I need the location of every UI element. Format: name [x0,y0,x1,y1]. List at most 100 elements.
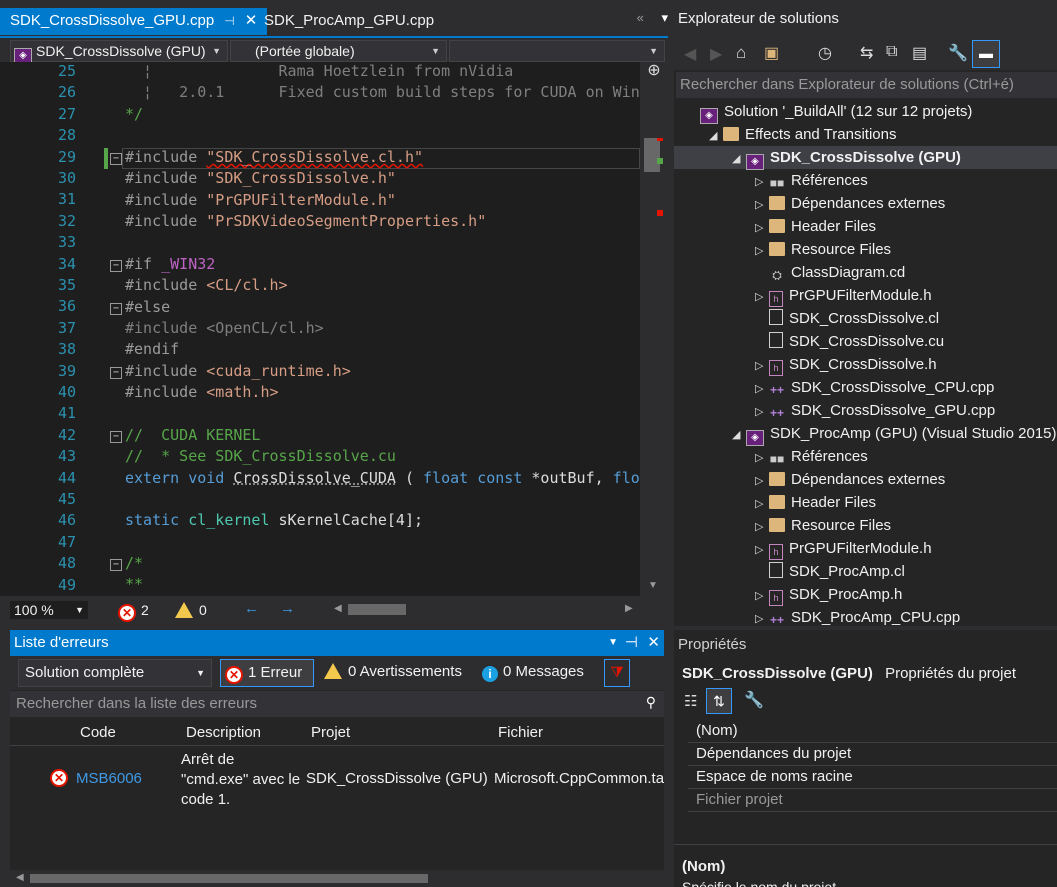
tree-item[interactable]: ▷ h SDK_ProcAmp.h [755,583,902,606]
preview-selected-icon[interactable]: ▬ [972,40,1000,68]
error-indicator[interactable]: ✕ 2 [118,601,149,622]
scroll-right-icon[interactable]: ▶ [625,603,633,614]
tab-sdk-crossdissolve-gpu[interactable]: SDK_CrossDissolve_GPU.cpp ⊣ ✕ [0,8,268,35]
messages-filter-button[interactable]: i 0 Messages [482,659,584,685]
property-row-project-file[interactable]: Fichier projet [688,788,1057,812]
tree-item[interactable]: ⛭ ClassDiagram.cd [755,261,905,284]
expand-toggle-icon[interactable]: ▷ [755,447,769,470]
window-position-icon[interactable]: ▼ [608,630,618,656]
column-header-file[interactable]: Fichier [498,724,543,741]
solution-search-input[interactable]: Rechercher dans Explorateur de solutions… [676,72,1057,98]
tree-item[interactable]: ◢ ◈ SDK_ProcAmp (GPU) (Visual Studio 2015) [732,422,1057,447]
error-search-input[interactable]: Rechercher dans la liste des erreurs [10,691,664,717]
tree-item[interactable]: ▷ ++ SDK_CrossDissolve_CPU.cpp [755,376,994,399]
fold-toggle[interactable]: − [110,559,122,571]
alphabetical-icon[interactable]: ⇅ [706,688,732,714]
scrollbar-thumb[interactable] [644,138,660,172]
column-header-project[interactable]: Projet [311,724,350,741]
tree-item[interactable]: ▷ Resource Files [755,238,891,261]
expand-toggle-icon[interactable]: ▷ [755,585,769,608]
property-row-dependencies[interactable]: Dépendances du projet [688,742,1057,766]
scroll-tabs-icon[interactable]: « [637,10,644,25]
expand-toggle-icon[interactable]: ▷ [755,539,769,562]
split-icon[interactable]: ⊕ [646,63,662,80]
tree-item[interactable]: SDK_CrossDissolve.cl [755,307,939,330]
tree-item[interactable]: ▷ ++ SDK_CrossDissolve_GPU.cpp [755,399,995,422]
tree-item[interactable]: ▷ ++ SDK_ProcAmp_CPU.cpp [755,606,960,626]
expand-toggle-icon[interactable]: ▷ [755,171,769,194]
expand-toggle-icon[interactable]: ▷ [755,516,769,539]
expand-toggle-icon[interactable]: ▷ [755,217,769,240]
build-intellisense-filter-button[interactable]: ⧩ [604,659,630,687]
property-row-root-namespace[interactable]: Espace de noms racine [688,765,1057,789]
categorized-icon[interactable]: ☷ [684,692,697,710]
properties-object-selector[interactable]: SDK_CrossDissolve (GPU) Propriétés du pr… [682,665,1016,682]
switch-views-icon[interactable]: ▣ [764,43,779,63]
expand-toggle-icon[interactable]: ▷ [755,401,769,424]
pending-changes-icon[interactable]: ◷ [818,43,832,63]
warning-indicator[interactable]: 0 [175,601,207,619]
navigate-forward-icon[interactable]: → [280,600,295,617]
tree-item[interactable]: SDK_CrossDissolve.cu [755,330,944,353]
scope-dropdown[interactable]: Solution complète ▼ [18,659,212,687]
zoom-combo[interactable]: 100 % ▼ [10,601,88,619]
fold-toggle[interactable]: − [110,260,122,272]
expand-toggle-icon[interactable]: ▷ [755,493,769,516]
editor-vertical-scrollbar[interactable]: ⊕ ▼ [640,62,668,596]
tab-dropdown-icon[interactable]: ▾ [661,10,668,25]
project-combo[interactable]: ◈ SDK_CrossDissolve (GPU) ▼ [10,40,228,64]
sync-icon[interactable]: ⇆ [860,43,873,63]
property-row-name[interactable]: (Nom) [688,719,1057,743]
expand-toggle-icon[interactable]: ◢ [732,424,746,447]
errors-filter-button[interactable]: ✕ 1 Erreur [220,659,314,687]
tree-item[interactable]: ▷ Dépendances externes [755,192,945,215]
scrollbar-thumb[interactable] [30,874,428,883]
tree-item[interactable]: ▷ Dépendances externes [755,468,945,491]
fold-toggle[interactable]: − [110,367,122,379]
expand-toggle-icon[interactable]: ▷ [755,286,769,309]
properties-wrench-icon[interactable]: 🔧 [948,43,968,63]
tree-item[interactable]: ▷ ■■ Références [755,445,868,468]
navigate-back-icon[interactable]: ← [244,600,259,617]
member-combo[interactable]: ▼ [449,40,665,62]
tree-item[interactable]: ▷ Resource Files [755,514,891,537]
error-code[interactable]: MSB6006 [76,770,142,787]
pin-icon[interactable]: ⊣ [224,14,234,28]
fold-toggle[interactable]: − [110,303,122,315]
tree-item[interactable]: ▷ h PrGPUFilterModule.h [755,284,932,307]
tree-item[interactable]: ▷ h SDK_CrossDissolve.h [755,353,937,376]
tree-item[interactable]: ▷ Header Files [755,491,876,514]
scroll-down-icon[interactable]: ▼ [648,580,658,591]
fold-toggle[interactable]: − [110,431,122,443]
tree-item[interactable]: ▷ ■■ Références [755,169,868,192]
code-editor[interactable]: 25 26 27 28 29 30 31 32 33 34 35 36 37 38 39 40 41 42 43 44… [0,62,640,596]
horizontal-scrollbar-thumb[interactable] [348,604,406,615]
column-header-description[interactable]: Description [186,724,261,741]
expand-toggle-icon[interactable]: ◢ [709,125,723,148]
tree-item[interactable]: SDK_ProcAmp.cl [755,560,905,583]
scope-combo[interactable]: (Portée globale) ▼ [230,40,447,62]
tree-item[interactable]: ◈ Solution '_BuildAll' (12 sur 12 projets… [686,100,972,124]
home-icon[interactable]: ⌂ [736,43,746,63]
column-header-code[interactable]: Code [80,724,116,741]
expand-toggle-icon[interactable]: ▷ [755,194,769,217]
pin-icon[interactable]: ⊣ [625,630,638,656]
expand-toggle-icon[interactable]: ▷ [755,240,769,263]
search-icon[interactable]: ⚲ [646,694,656,711]
fold-toggle[interactable]: − [110,153,122,165]
tab-sdk-procamp-gpu[interactable]: SDK_ProcAmp_GPU.cpp [254,8,444,35]
property-pages-icon[interactable]: 🔧 [744,690,764,710]
expand-toggle-icon[interactable]: ▷ [755,378,769,401]
tree-item[interactable]: ▷ Header Files [755,215,876,238]
back-icon[interactable]: ◀ [684,44,696,64]
expand-toggle-icon[interactable]: ▷ [755,608,769,626]
scroll-left-icon[interactable]: ◀ [16,872,24,883]
collapse-all-icon[interactable]: ⧉ [886,43,897,61]
scroll-left-icon[interactable]: ◀ [334,603,342,614]
show-all-files-icon[interactable]: ▤ [912,43,927,63]
error-list-horizontal-scrollbar[interactable]: ◀ [10,870,664,887]
tree-item[interactable]: ▷ h PrGPUFilterModule.h [755,537,932,560]
forward-icon[interactable]: ▶ [710,44,722,64]
warnings-filter-button[interactable]: 0 Avertissements [324,659,462,685]
expand-toggle-icon[interactable]: ▷ [755,355,769,378]
